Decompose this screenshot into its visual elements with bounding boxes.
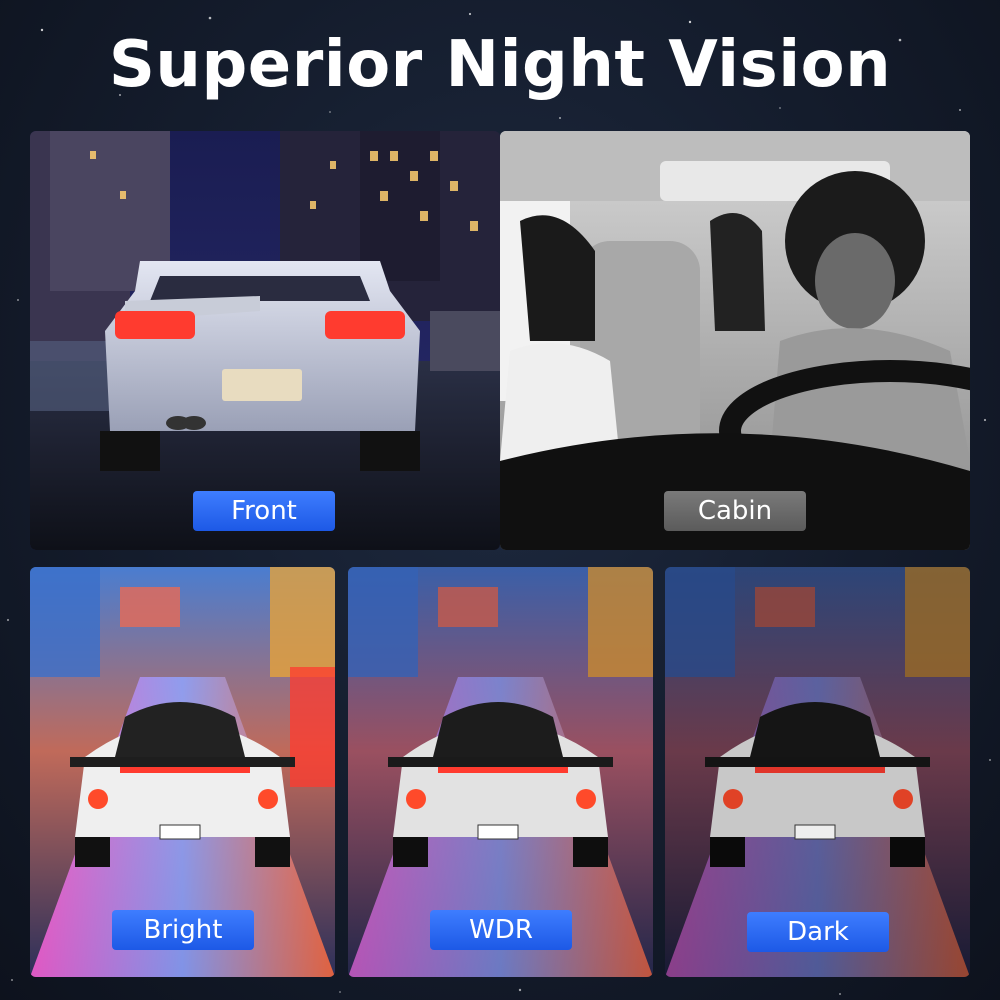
- bright-mode-panel: Bright: [30, 567, 335, 977]
- front-night-scene-image: [30, 131, 500, 550]
- dark-mode-panel: Dark: [665, 567, 970, 977]
- wdr-label-button[interactable]: WDR: [430, 910, 572, 950]
- page-title: Superior Night Vision: [108, 28, 892, 102]
- dark-label-button[interactable]: Dark: [747, 912, 889, 952]
- front-label-button[interactable]: Front: [193, 491, 335, 531]
- front-camera-panel: Front: [30, 131, 500, 550]
- cabin-camera-panel: Cabin: [500, 131, 970, 550]
- wdr-mode-panel: WDR: [348, 567, 653, 977]
- cabin-infrared-scene-image: [500, 131, 970, 550]
- bright-label-button[interactable]: Bright: [112, 910, 254, 950]
- cabin-label-button[interactable]: Cabin: [664, 491, 806, 531]
